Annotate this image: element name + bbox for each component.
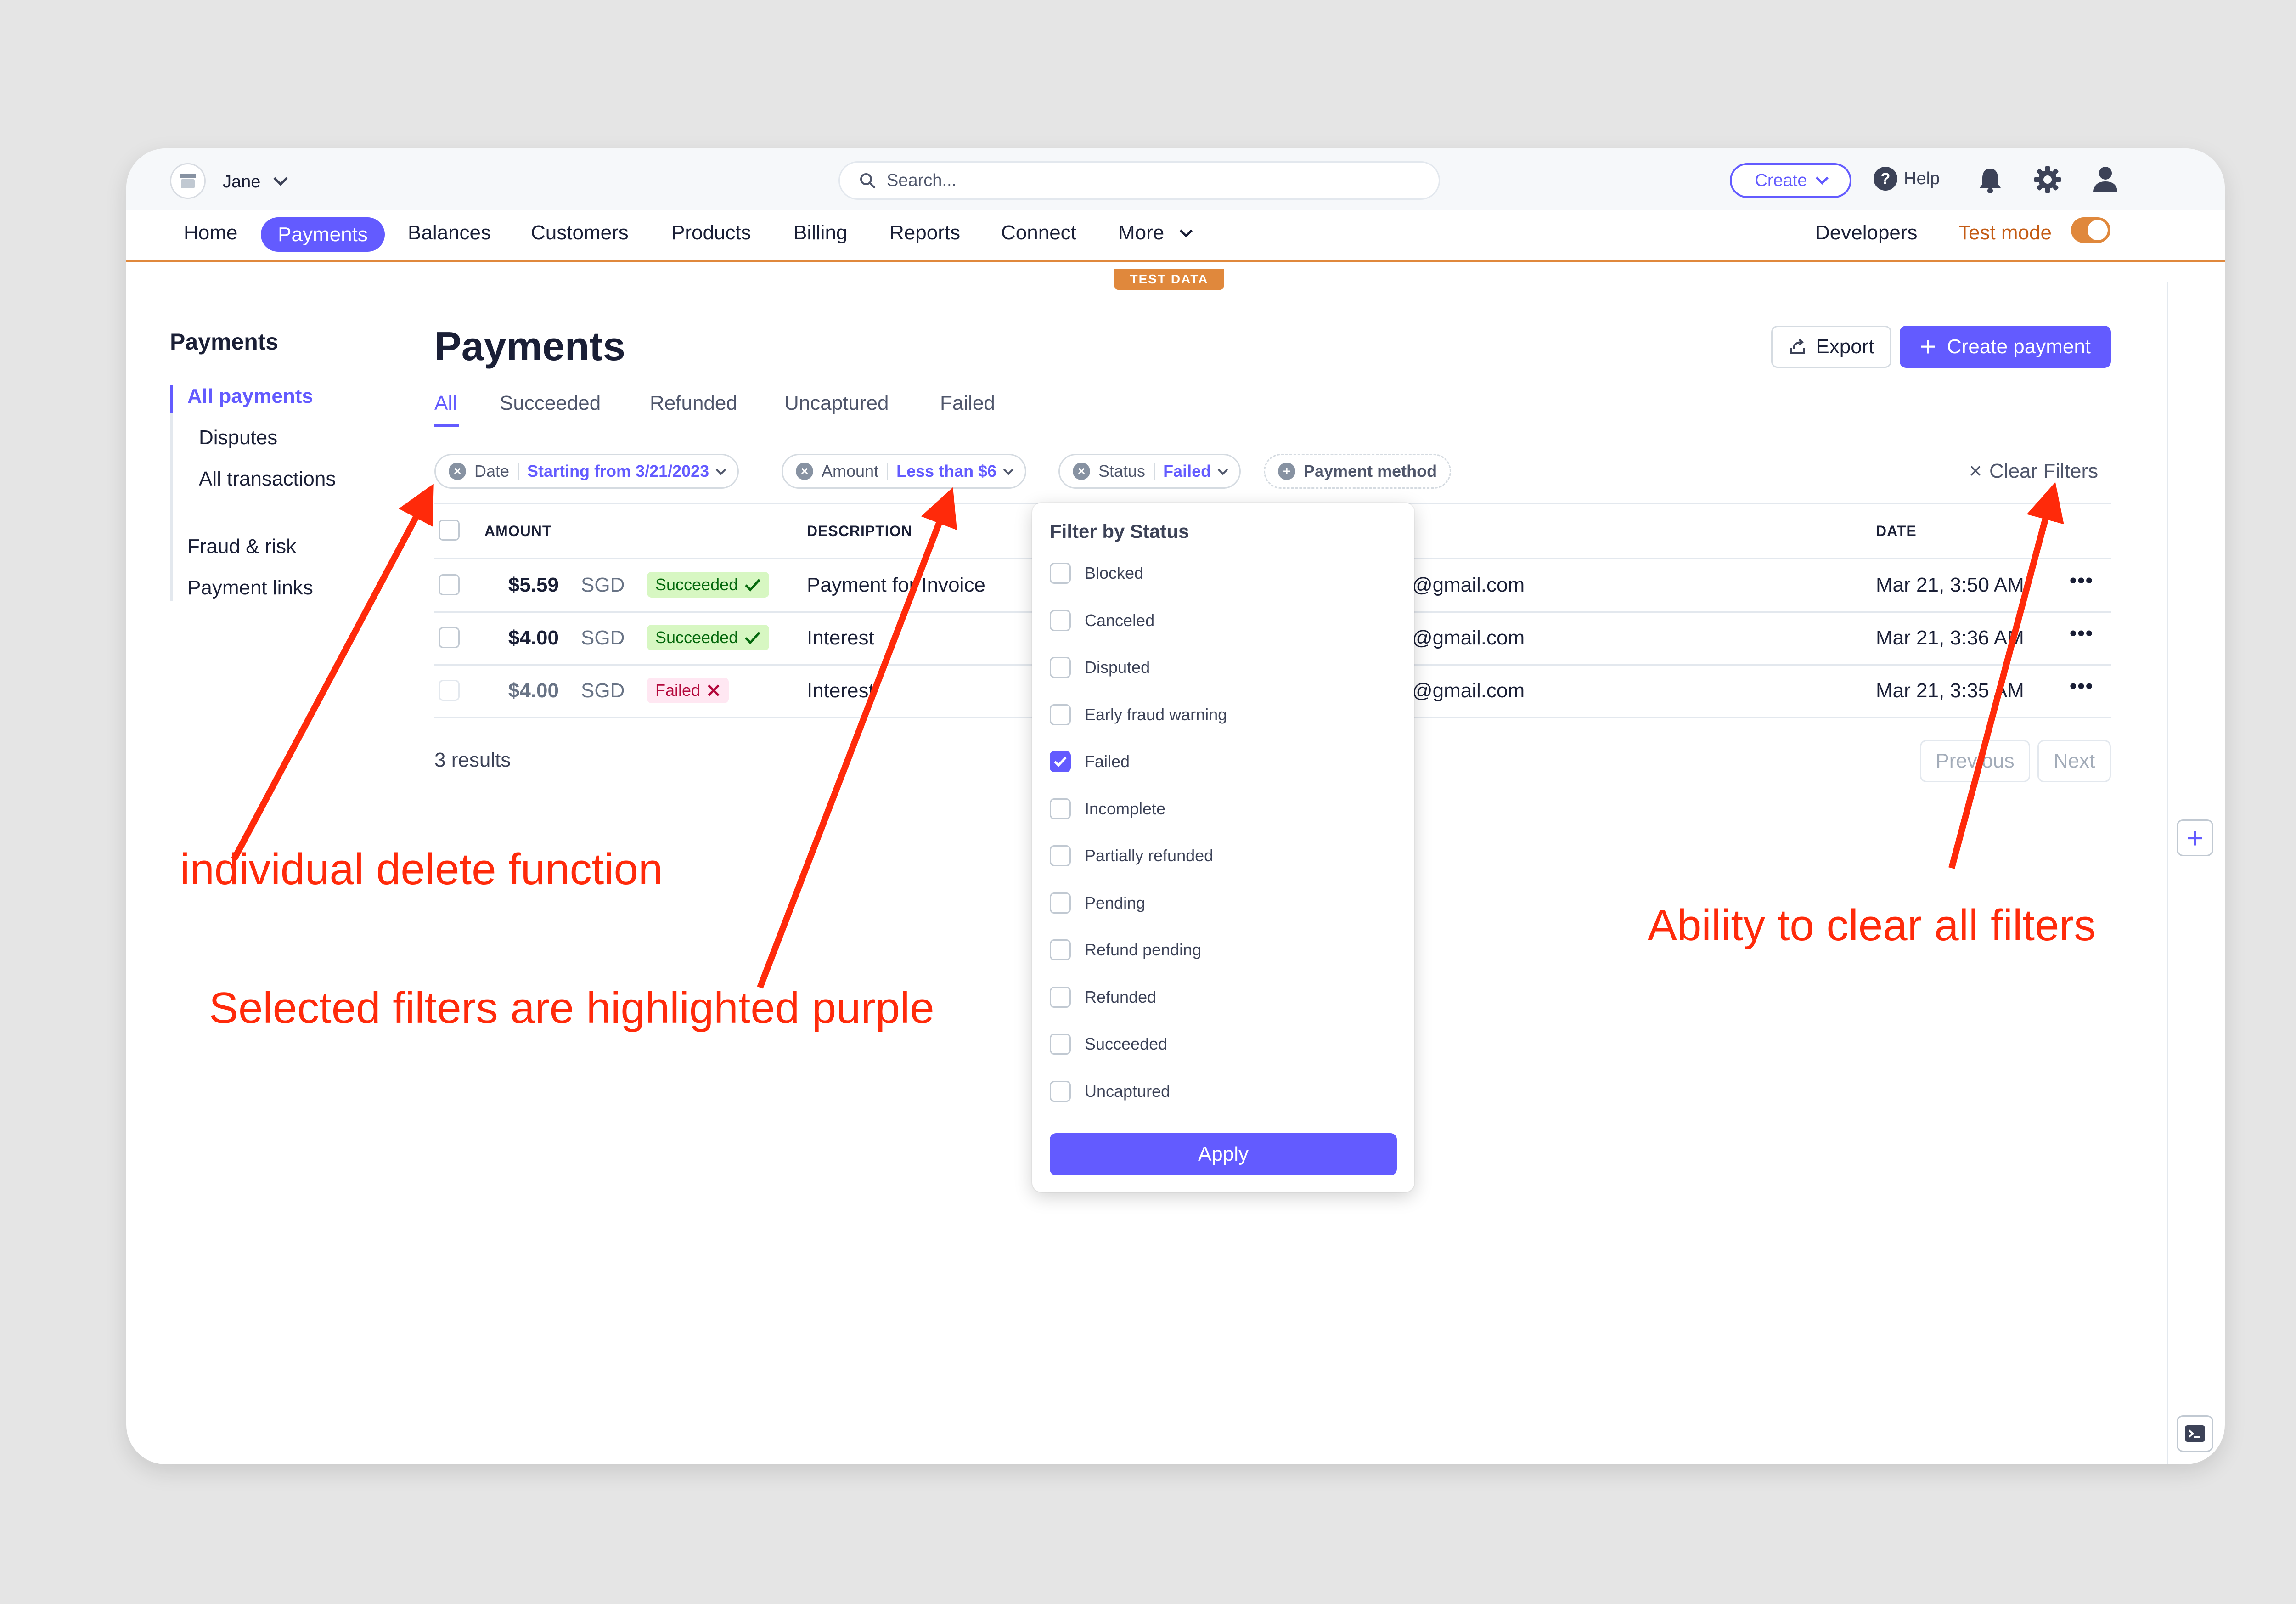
arrow-to-clear-filters bbox=[1948, 482, 2064, 869]
annotation-arrows bbox=[231, 482, 2064, 989]
annotation-clear: Ability to clear all filters bbox=[1648, 901, 2096, 950]
annotation-highlight: Selected filters are highlighted purple bbox=[209, 983, 934, 1033]
arrow-to-highlighted-filter bbox=[757, 487, 957, 989]
annotation-delete: individual delete function bbox=[180, 845, 663, 894]
arrow-to-delete-icon bbox=[231, 483, 434, 861]
